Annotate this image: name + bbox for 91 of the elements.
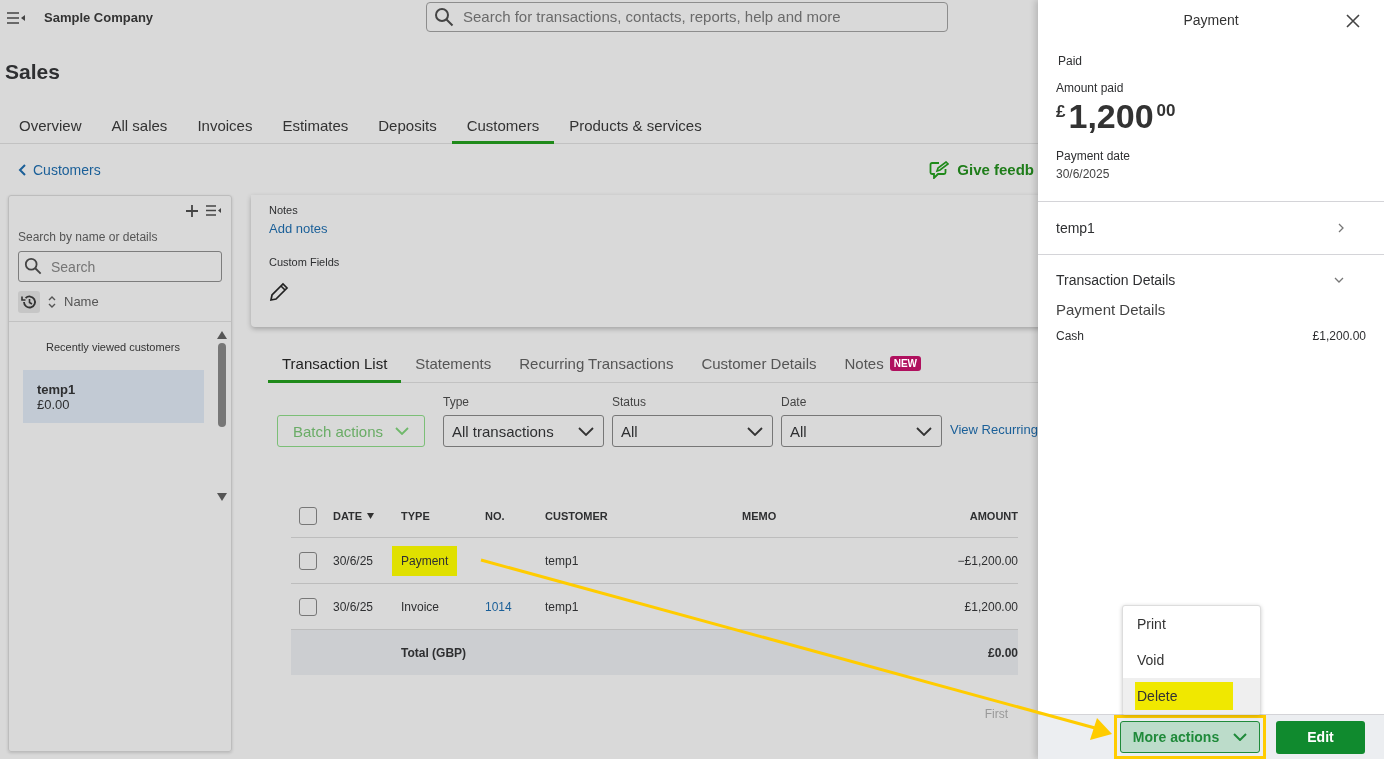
total-amount: £0.00 [987,645,1018,660]
amount-label: Amount paid [1056,81,1125,95]
column-header[interactable]: TYPE [397,510,481,522]
customer-name: temp1 [37,381,77,397]
recent-heading: Recently viewed customers [45,341,181,353]
column-header[interactable]: NO. [481,510,541,522]
amount-value: 1,200 [1068,97,1154,136]
feedback-link[interactable]: Give feedb [929,160,1034,179]
sort-icon[interactable] [48,295,56,308]
scroll-up-icon[interactable] [217,331,227,339]
column-header[interactable]: MEMO [738,510,898,522]
customer-item[interactable]: temp1 £0.00 [23,370,204,423]
filter-dropdown[interactable]: All [781,415,942,447]
tab[interactable]: All sales [96,104,183,144]
tab[interactable]: Statements [401,346,506,383]
amount-cents: 00 [1156,101,1176,121]
page-title: Sales [4,59,61,85]
close-icon[interactable] [1346,14,1360,28]
customer-row[interactable]: temp1 [1038,202,1384,255]
filter-label: Status [612,395,648,409]
menu-icon[interactable] [7,11,25,24]
chevron-down-icon [747,426,763,436]
customer-balance: £0.00 [37,396,70,412]
tab[interactable]: Deposits [363,104,452,144]
chevron-down-icon [916,426,932,436]
column-header[interactable]: AMOUNT [898,510,1018,522]
tab[interactable]: Invoices [182,104,268,144]
tab[interactable]: Notes NEW [830,346,935,383]
status-text: Paid [1057,54,1084,68]
type-cell: Payment [392,545,458,576]
date-cell: 30/6/25 [333,553,374,568]
amount-cell: £1,200.00 [964,599,1018,614]
company-name: Sample Company [44,10,155,25]
date-cell: 30/6/25 [333,599,374,614]
new-badge: NEW [889,355,921,371]
sort-label[interactable]: Name [64,294,99,309]
tab[interactable]: Overview [4,104,97,144]
filter-dropdown[interactable]: All transactions [443,415,604,447]
payment-date: 30/6/2025 [1056,167,1111,181]
add-notes-link[interactable]: Add notes [269,221,328,236]
amount-cell: −£1,200.00 [957,553,1018,568]
filter-dropdown[interactable]: All [612,415,773,447]
tab[interactable]: Recurring Transactions [505,346,688,383]
total-label: Total (GBP) [401,645,467,660]
edit-button[interactable]: Edit [1276,720,1365,754]
chevron-right-icon [1338,223,1344,233]
filter-label: Type [443,395,470,409]
payment-method: Cash [1056,329,1084,343]
type-cell: Invoice [401,599,440,614]
chevron-down-icon [1233,733,1248,741]
history-button[interactable] [18,290,40,313]
back-link[interactable]: Customers [18,161,101,178]
search-icon [434,6,454,27]
drawer-title: Payment [1183,12,1239,28]
chevron-left-icon [18,163,26,176]
column-header[interactable]: CUSTOMER [541,510,738,522]
chevron-down-icon [395,427,410,435]
custom-fields-label: Custom Fields [269,256,340,268]
payment-amount: £1,200.00 [1312,329,1366,343]
date-label: Payment date [1056,149,1132,163]
tab[interactable]: Products & services [554,104,717,144]
tab[interactable]: Transaction List [268,346,402,383]
search-icon [24,257,42,275]
number-link[interactable]: 1014 [485,599,512,614]
view-recurring-link[interactable]: View Recurring [950,422,1038,437]
pencil-icon[interactable] [269,282,289,302]
menu-item[interactable]: Delete [1135,682,1234,710]
chevron-down-icon [578,426,594,436]
currency-symbol: £ [1056,102,1066,122]
row-checkbox[interactable] [299,551,317,570]
list-collapse-icon[interactable] [206,205,221,216]
filter-label: Date [781,395,808,409]
scroll-down-icon[interactable] [217,493,227,501]
customer-cell: temp1 [545,599,579,614]
tab[interactable]: Customer Details [687,346,831,383]
notes-label: Notes [269,204,298,216]
row-checkbox[interactable] [299,597,317,616]
select-all-checkbox[interactable] [299,507,317,525]
global-search-field[interactable]: Search for transactions, contacts, reports, help and more [426,1,948,32]
customer-search-field[interactable]: Search [18,251,222,282]
scrollbar-thumb[interactable] [218,343,226,427]
search-label: Search by name or details [17,229,159,244]
column-header[interactable]: DATE [329,510,397,522]
tab[interactable]: Estimates [267,104,364,144]
menu-item[interactable]: Print [1137,616,1166,632]
tab[interactable]: Customers [451,104,555,144]
speech-bubble-pencil-icon [929,160,950,179]
plus-icon[interactable] [186,205,198,217]
customer-cell: temp1 [545,553,579,568]
menu-item[interactable]: Void [1137,652,1165,668]
chevron-down-icon [1334,277,1344,283]
